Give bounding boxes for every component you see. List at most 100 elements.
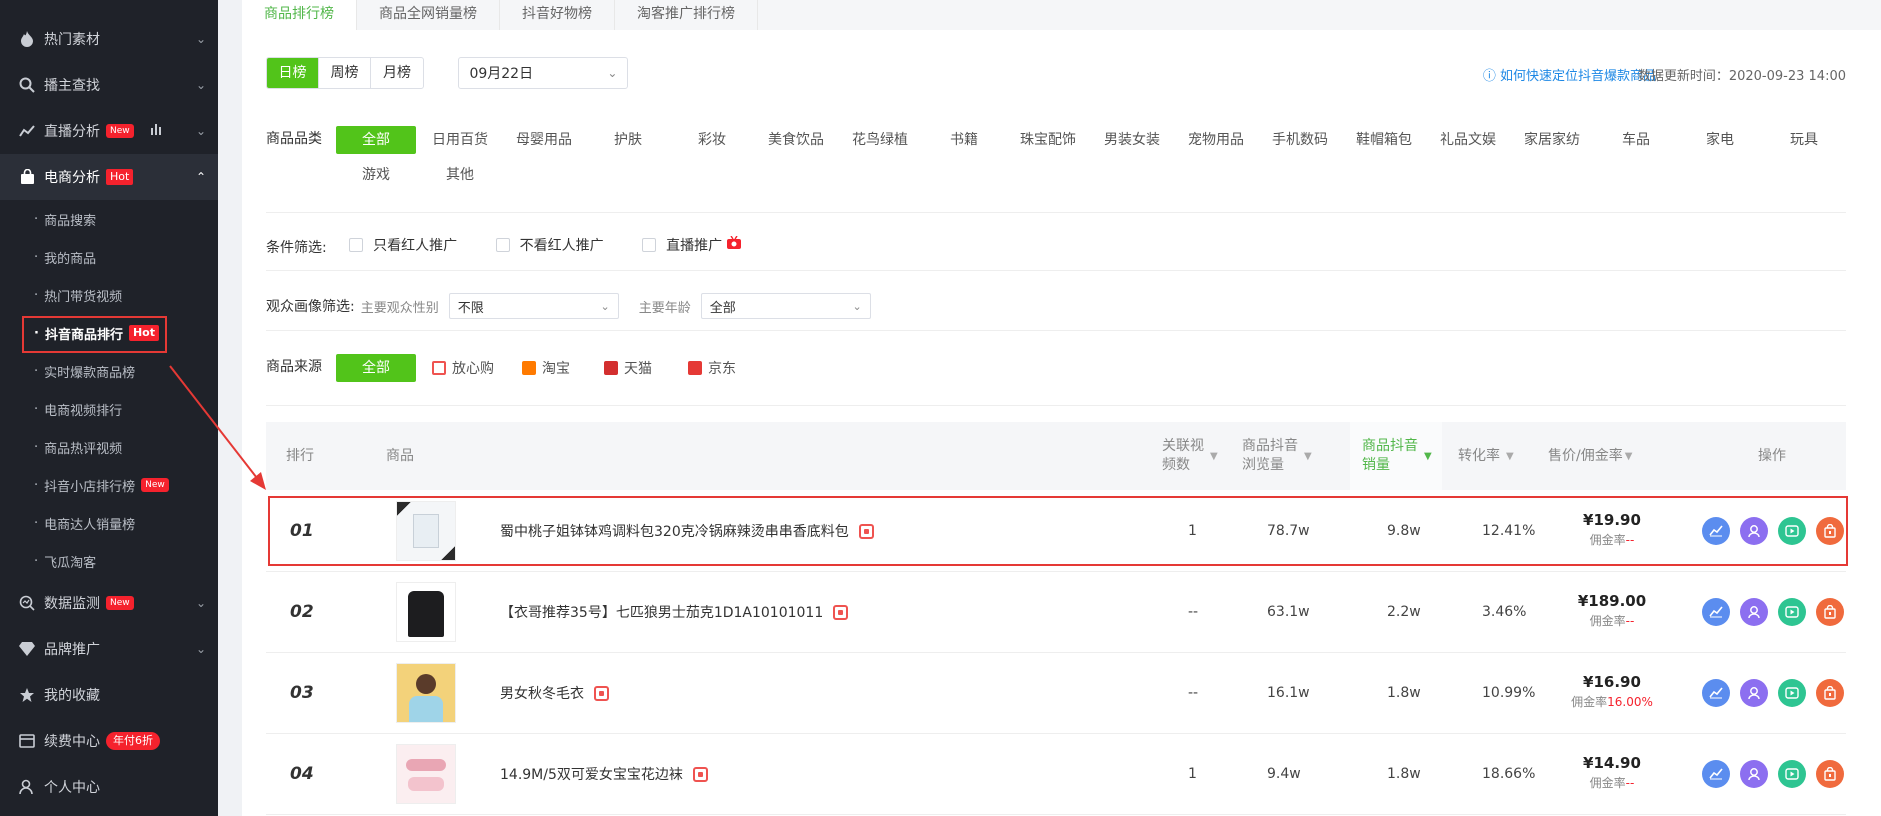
product-name[interactable]: 14.9M/5双可爱女宝宝花边袜 — [500, 734, 708, 814]
video-button[interactable] — [1778, 760, 1806, 788]
influencer-button[interactable] — [1740, 517, 1768, 545]
category-option[interactable]: 男装女装 — [1092, 126, 1172, 154]
category-option[interactable]: 礼品文娱 — [1428, 126, 1508, 154]
fire-icon — [18, 30, 36, 48]
nav-data-monitor[interactable]: 数据监测 New ⌄ — [0, 580, 218, 626]
category-option[interactable]: 其他 — [420, 161, 500, 189]
subnav-douyin-product-rank[interactable]: · 抖音商品排行 Hot — [0, 314, 218, 352]
product-thumbnail[interactable] — [396, 744, 456, 804]
nav-streamer-search[interactable]: 播主查找 ⌄ — [0, 62, 218, 108]
category-option[interactable]: 美食饮品 — [756, 126, 836, 154]
category-option[interactable]: 彩妆 — [672, 126, 752, 154]
subnav-influencer-sales[interactable]: · 电商达人销量榜 — [0, 504, 218, 542]
nav-renewal-center[interactable]: 续费中心 年付6折 — [0, 718, 218, 764]
tab-taoke-rank[interactable]: 淘客推广排行榜 — [615, 0, 758, 30]
audience-filter: 观众画像筛选: 主要观众性别 不限 ⌄ 主要年龄 全部 ⌄ — [266, 293, 871, 319]
subnav-ecom-video-rank[interactable]: · 电商视频排行 — [0, 390, 218, 428]
video-button[interactable] — [1778, 598, 1806, 626]
category-option[interactable]: 家居家纺 — [1512, 126, 1592, 154]
rank: 04 — [290, 764, 314, 784]
table-row[interactable]: 02 【衣哥推荐35号】七匹狼男士茄克1D1A10101011 -- 63.1w… — [266, 572, 1846, 653]
source-option-jd[interactable]: 京东 — [688, 358, 736, 378]
source-option-all[interactable]: 全部 — [336, 354, 416, 382]
influencer-button[interactable] — [1740, 598, 1768, 626]
nav-personal-center[interactable]: 个人中心 — [0, 764, 218, 810]
subnav-realtime-hot[interactable]: · 实时爆款商品榜 — [0, 352, 218, 390]
th-price[interactable]: 售价/佣金率 ▼ — [1548, 422, 1632, 490]
subnav-product-search[interactable]: · 商品搜索 — [0, 200, 218, 238]
category-option[interactable]: 鞋帽箱包 — [1344, 126, 1424, 154]
cell-sales: 2.2w — [1387, 604, 1421, 620]
source-option-taobao[interactable]: 淘宝 — [522, 358, 570, 378]
nav-brand-promotion[interactable]: 品牌推广 ⌄ — [0, 626, 218, 672]
store-button[interactable] — [1816, 517, 1844, 545]
subnav-hot-comment-video[interactable]: · 商品热评视频 — [0, 428, 218, 466]
th-views[interactable]: 商品抖音 浏览量 ▼ — [1242, 422, 1342, 490]
tab-douyin-goods[interactable]: 抖音好物榜 — [500, 0, 615, 30]
trend-chart-button[interactable] — [1702, 517, 1730, 545]
subnav-store-rank[interactable]: · 抖音小店排行榜 New — [0, 466, 218, 504]
category-option[interactable]: 家电 — [1680, 126, 1760, 154]
nav-my-favorites[interactable]: 我的收藏 — [0, 672, 218, 718]
category-option[interactable]: 车品 — [1596, 126, 1676, 154]
source-option-fangxingou[interactable]: 放心购 — [432, 358, 494, 378]
help-link[interactable]: ⓘ 如何快速定位抖音爆款商品 — [1483, 65, 1656, 84]
category-option[interactable]: 手机数码 — [1260, 126, 1340, 154]
th-sales[interactable]: 商品抖音 销量 ▼ — [1350, 422, 1442, 490]
product-thumbnail[interactable] — [396, 501, 456, 561]
trend-chart-button[interactable] — [1702, 760, 1730, 788]
category-option[interactable]: 母婴用品 — [504, 126, 584, 154]
age-select[interactable]: 全部 ⌄ — [700, 293, 871, 319]
table-row[interactable]: 01 蜀中桃子姐钵钵鸡调料包320克冷锅麻辣烫串串香底料包 1 78.7w 9.… — [266, 491, 1846, 572]
product-name[interactable]: 【衣哥推荐35号】七匹狼男士茄克1D1A10101011 — [500, 572, 849, 652]
table-row[interactable]: 04 14.9M/5双可爱女宝宝花边袜 1 9.4w 1.8w 18.66% ¥… — [266, 734, 1846, 815]
category-option[interactable]: 日用百货 — [420, 126, 500, 154]
checkbox-live-promotion[interactable]: 直播推广 — [642, 235, 742, 255]
subnav-feigua-taoke[interactable]: · 飞瓜淘客 — [0, 542, 218, 580]
nav-live-analysis[interactable]: 直播分析 New ⌄ — [0, 108, 218, 154]
category-option[interactable]: 游戏 — [336, 161, 416, 189]
video-button[interactable] — [1778, 517, 1806, 545]
table-row[interactable]: 03 男女秋冬毛衣 -- 16.1w 1.8w 10.99% ¥16.90 佣金率… — [266, 653, 1846, 734]
influencer-button[interactable] — [1740, 760, 1768, 788]
nav-ecommerce-analysis[interactable]: 电商分析 Hot ⌃ — [0, 154, 218, 200]
period-month-button[interactable]: 月榜 — [371, 58, 423, 88]
store-button[interactable] — [1816, 598, 1844, 626]
checkbox-only-influencer[interactable]: 只看红人推广 — [349, 235, 457, 255]
category-option[interactable]: 珠宝配饰 — [1008, 126, 1088, 154]
product-name[interactable]: 男女秋冬毛衣 — [500, 653, 609, 733]
category-option[interactable]: 玩具 — [1764, 126, 1844, 154]
product-name[interactable]: 蜀中桃子姐钵钵鸡调料包320克冷锅麻辣烫串串香底料包 — [500, 491, 874, 571]
category-option[interactable]: 书籍 — [924, 126, 1004, 154]
store-button[interactable] — [1816, 760, 1844, 788]
category-option[interactable]: 全部 — [336, 126, 416, 154]
tab-product-rank[interactable]: 商品排行榜 — [242, 0, 357, 30]
th-conversion[interactable]: 转化率 ▼ — [1458, 422, 1514, 490]
commission-value: -- — [1625, 776, 1635, 790]
subnav-hot-videos[interactable]: · 热门带货视频 — [0, 276, 218, 314]
date-select[interactable]: 09月22日 ⌄ — [458, 57, 629, 89]
trend-chart-button[interactable] — [1702, 679, 1730, 707]
checkbox-no-influencer[interactable]: 不看红人推广 — [495, 235, 604, 255]
person-icon — [1748, 768, 1760, 781]
sort-caret-icon: ▼ — [1210, 450, 1218, 462]
nav-hot-materials[interactable]: 热门素材 ⌄ — [0, 16, 218, 62]
video-button[interactable] — [1778, 679, 1806, 707]
subnav-my-products[interactable]: · 我的商品 — [0, 238, 218, 276]
product-thumbnail[interactable] — [396, 582, 456, 642]
period-day-button[interactable]: 日榜 — [267, 58, 319, 88]
category-option[interactable]: 护肤 — [588, 126, 668, 154]
th-videos[interactable]: 关联视 频数 ▼ — [1162, 422, 1240, 490]
gender-select[interactable]: 不限 ⌄ — [448, 293, 619, 319]
category-option[interactable]: 花鸟绿植 — [840, 126, 920, 154]
influencer-button[interactable] — [1740, 679, 1768, 707]
store-button[interactable] — [1816, 679, 1844, 707]
period-week-button[interactable]: 周榜 — [319, 58, 371, 88]
tab-network-sales[interactable]: 商品全网销量榜 — [357, 0, 500, 30]
source-option-tmall[interactable]: 天猫 — [604, 358, 652, 378]
category-option[interactable]: 宠物用品 — [1176, 126, 1256, 154]
product-thumbnail[interactable] — [396, 663, 456, 723]
commission: 佣金率-- — [1562, 531, 1662, 548]
trend-chart-button[interactable] — [1702, 598, 1730, 626]
chevron-up-icon: ⌃ — [195, 170, 206, 184]
